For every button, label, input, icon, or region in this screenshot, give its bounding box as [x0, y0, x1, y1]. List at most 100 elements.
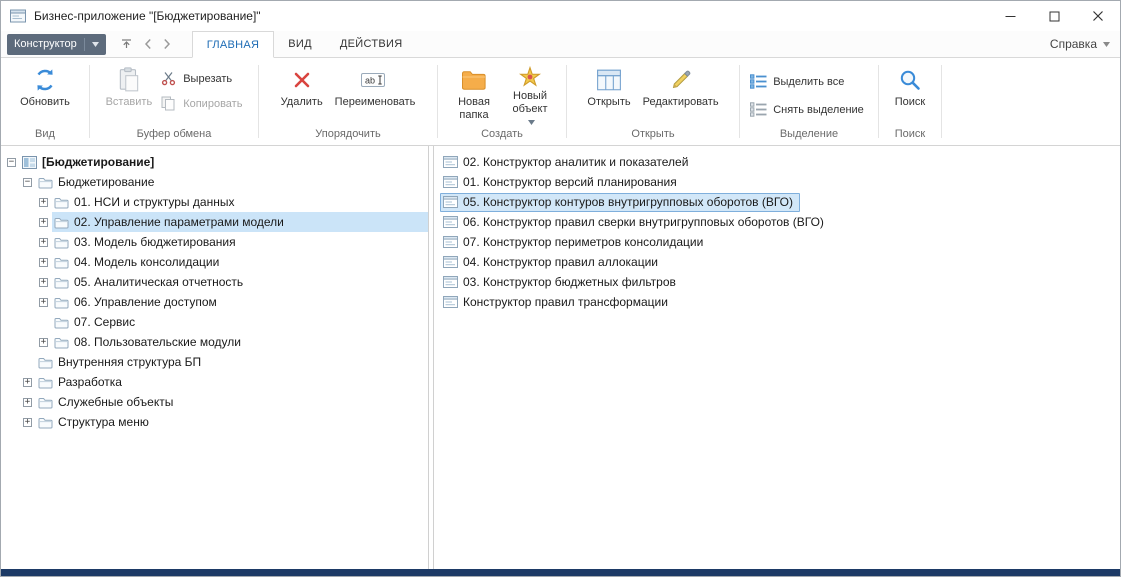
- select-all-button[interactable]: Выделить все: [748, 71, 870, 92]
- list-item[interactable]: 06. Конструктор правил сверки внутригруп…: [434, 212, 1120, 232]
- list-item-box: 03. Конструктор бюджетных фильтров: [440, 273, 683, 292]
- copy-label: Копировать: [183, 98, 242, 110]
- expand-icon[interactable]: +: [23, 418, 32, 427]
- list-item[interactable]: 05. Конструктор контуров внутригрупповых…: [434, 192, 1120, 212]
- list-item[interactable]: 03. Конструктор бюджетных фильтров: [434, 272, 1120, 292]
- tree-item-label: Структура меню: [58, 415, 149, 429]
- group-label-organize: Упорядочить: [259, 127, 437, 145]
- group-label-selection: Выделение: [740, 127, 878, 145]
- list-item[interactable]: 07. Конструктор периметров консолидации: [434, 232, 1120, 252]
- close-icon: [1092, 10, 1104, 22]
- folder-icon: [54, 236, 69, 249]
- list-panel: 02. Конструктор аналитик и показателей 01…: [433, 146, 1120, 569]
- paste-button[interactable]: Вставить: [100, 62, 159, 126]
- list-item[interactable]: 01. Конструктор версий планирования: [434, 172, 1120, 192]
- group-label-search: Поиск: [879, 127, 941, 145]
- new-object-icon: [519, 65, 541, 89]
- cut-icon: [160, 71, 177, 86]
- forward-icon[interactable]: [163, 38, 171, 50]
- svg-text:ab: ab: [365, 76, 375, 86]
- tree-row-box: [Бюджетирование]: [20, 152, 428, 172]
- list-item[interactable]: 04. Конструктор правил аллокации: [434, 252, 1120, 272]
- expand-icon[interactable]: +: [39, 218, 48, 227]
- expand-icon[interactable]: +: [23, 398, 32, 407]
- expand-icon[interactable]: +: [39, 338, 48, 347]
- tree-item[interactable]: +05. Аналитическая отчетность: [1, 272, 428, 292]
- ribbon-tabs: ГЛАВНАЯ ВИД ДЕЙСТВИЯ: [192, 31, 417, 57]
- collapse-icon[interactable]: −: [23, 178, 32, 187]
- list-item[interactable]: Конструктор правил трансформации: [434, 292, 1120, 312]
- list-item-box: 02. Конструктор аналитик и показателей: [440, 153, 695, 172]
- expand-icon[interactable]: +: [39, 198, 48, 207]
- tree-item[interactable]: + Структура меню: [1, 412, 428, 432]
- tree-item-label: Бюджетирование: [58, 175, 154, 189]
- folder-icon: [54, 316, 69, 329]
- new-folder-button[interactable]: Новая папка: [446, 62, 502, 126]
- form-icon: [443, 256, 458, 268]
- deselect-label: Снять выделение: [773, 104, 864, 116]
- tree-item-label: 02. Управление параметрами модели: [74, 215, 284, 229]
- rename-button[interactable]: ab Переименовать: [329, 62, 422, 126]
- copy-button[interactable]: Копировать: [158, 93, 248, 114]
- collapse-icon[interactable]: −: [7, 158, 16, 167]
- refresh-icon: [32, 65, 58, 95]
- tree-item-label: 03. Модель бюджетирования: [74, 235, 236, 249]
- tree-row-box: Разработка: [36, 372, 428, 392]
- back-icon[interactable]: [144, 38, 152, 50]
- delete-button[interactable]: Удалить: [275, 62, 329, 126]
- refresh-button[interactable]: Обновить: [14, 62, 76, 126]
- cut-button[interactable]: Вырезать: [158, 68, 248, 89]
- tree-item[interactable]: +08. Пользовательские модули: [1, 332, 428, 352]
- expand-icon[interactable]: +: [39, 258, 48, 267]
- tree-item[interactable]: − Бюджетирование: [1, 172, 428, 192]
- deselect-button[interactable]: Снять выделение: [748, 99, 870, 120]
- close-button[interactable]: [1076, 1, 1120, 31]
- tree-row-box: Внутренняя структура БП: [36, 352, 428, 372]
- delete-label: Удалить: [281, 96, 323, 109]
- list-item[interactable]: 02. Конструктор аналитик и показателей: [434, 152, 1120, 172]
- form-icon: [443, 156, 458, 168]
- tree-item[interactable]: + Разработка: [1, 372, 428, 392]
- tree-item[interactable]: +02. Управление параметрами модели: [1, 212, 428, 232]
- group-label-clipboard: Буфер обмена: [90, 127, 258, 145]
- expand-icon[interactable]: +: [39, 298, 48, 307]
- help-label: Справка: [1050, 37, 1097, 51]
- search-button[interactable]: Поиск: [884, 62, 936, 126]
- tab-vid[interactable]: ВИД: [274, 31, 326, 57]
- tree-item[interactable]: +03. Модель бюджетирования: [1, 232, 428, 252]
- tree-row-box: Служебные объекты: [36, 392, 428, 412]
- open-button[interactable]: Открыть: [581, 62, 636, 126]
- list-item-label: 02. Конструктор аналитик и показателей: [463, 155, 688, 169]
- tree-item[interactable]: +06. Управление доступом: [1, 292, 428, 312]
- tree-row-box: 01. НСИ и структуры данных: [52, 192, 428, 212]
- expand-icon[interactable]: +: [39, 238, 48, 247]
- tree-item[interactable]: Внутренняя структура БП: [1, 352, 428, 372]
- tree-item-label: Служебные объекты: [58, 395, 173, 409]
- new-object-button[interactable]: Новый объект: [502, 62, 558, 126]
- list-item-label: Конструктор правил трансформации: [463, 295, 668, 309]
- tab-glavnaya[interactable]: ГЛАВНАЯ: [192, 31, 275, 58]
- paste-label: Вставить: [106, 96, 153, 109]
- minimize-button[interactable]: [988, 1, 1032, 31]
- expand-icon[interactable]: +: [39, 278, 48, 287]
- maximize-icon: [1049, 11, 1060, 22]
- folder-icon: [54, 216, 69, 229]
- tab-deystviya[interactable]: ДЕЙСТВИЯ: [326, 31, 417, 57]
- tree-item[interactable]: + Служебные объекты: [1, 392, 428, 412]
- edit-button[interactable]: Редактировать: [637, 62, 725, 126]
- group-label-create: Создать: [438, 127, 566, 145]
- tree-item[interactable]: +04. Модель консолидации: [1, 252, 428, 272]
- tree-item-label: 06. Управление доступом: [74, 295, 217, 309]
- tree-row-box: Структура меню: [36, 412, 428, 432]
- maximize-button[interactable]: [1032, 1, 1076, 31]
- pin-ribbon-icon[interactable]: [120, 38, 133, 50]
- expand-icon[interactable]: +: [23, 378, 32, 387]
- tree-item[interactable]: −[Бюджетирование]: [1, 152, 428, 172]
- tree-item[interactable]: +01. НСИ и структуры данных: [1, 192, 428, 212]
- tree-item[interactable]: 07. Сервис: [1, 312, 428, 332]
- constructor-menu-button[interactable]: Конструктор: [7, 34, 106, 55]
- help-menu[interactable]: Справка: [1050, 37, 1110, 51]
- tab-bar: Конструктор ГЛАВНАЯ ВИД ДЕЙСТВИЯ Справка: [1, 31, 1120, 58]
- tree-item-label: 04. Модель консолидации: [74, 255, 219, 269]
- search-icon: [898, 65, 922, 95]
